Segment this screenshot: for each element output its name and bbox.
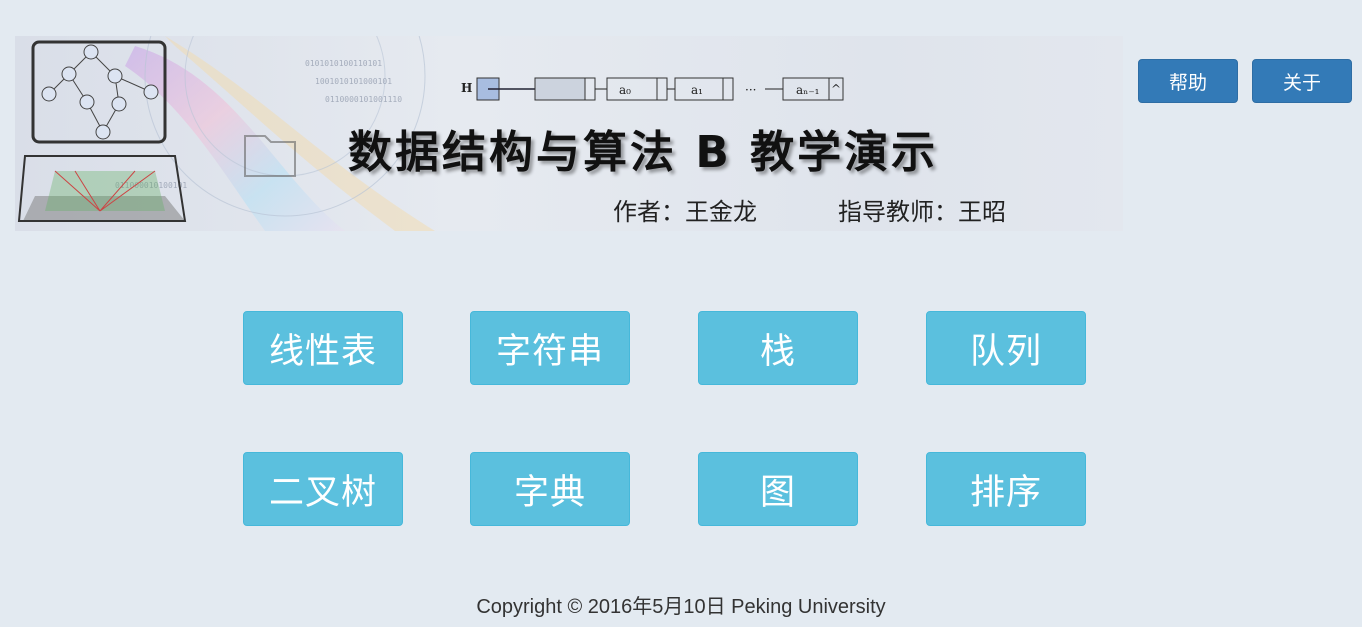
svg-text:···: ···: [745, 83, 756, 97]
linked-list-diagram: H a₀ a₁ ··· aₙ₋₁ ^: [461, 77, 844, 101]
linear-list-button[interactable]: 线性表: [243, 311, 403, 385]
queue-button[interactable]: 队列: [926, 311, 1086, 385]
copyright-footer: Copyright © 2016年5月10日 Peking University: [476, 596, 886, 618]
binary-tree-button[interactable]: 二叉树: [243, 452, 403, 526]
header-banner: 0101010100110101 1001010101000101 011000…: [15, 36, 1123, 231]
svg-text:1001010101000101: 1001010101000101: [315, 77, 392, 86]
help-button[interactable]: 帮助: [1138, 59, 1238, 103]
svg-text:H: H: [461, 81, 472, 95]
dictionary-button[interactable]: 字典: [470, 452, 630, 526]
svg-text:a₁: a₁: [691, 83, 703, 97]
app-title: 数据结构与算法 B 教学演示: [348, 127, 939, 178]
svg-text:a₀: a₀: [619, 83, 631, 97]
advisor-credit: 指导教师：王昭: [838, 198, 1006, 226]
string-button[interactable]: 字符串: [470, 311, 630, 385]
svg-text:0101010100110101: 0101010100110101: [305, 59, 382, 68]
svg-text:^: ^: [831, 82, 841, 96]
author-credit: 作者：王金龙: [613, 198, 757, 226]
stack-button[interactable]: 栈: [698, 311, 858, 385]
svg-text:aₙ₋₁: aₙ₋₁: [796, 83, 820, 97]
svg-text:0110000101001110: 0110000101001110: [325, 95, 402, 104]
graph-button[interactable]: 图: [698, 452, 858, 526]
about-button[interactable]: 关于: [1252, 59, 1352, 103]
sort-button[interactable]: 排序: [926, 452, 1086, 526]
